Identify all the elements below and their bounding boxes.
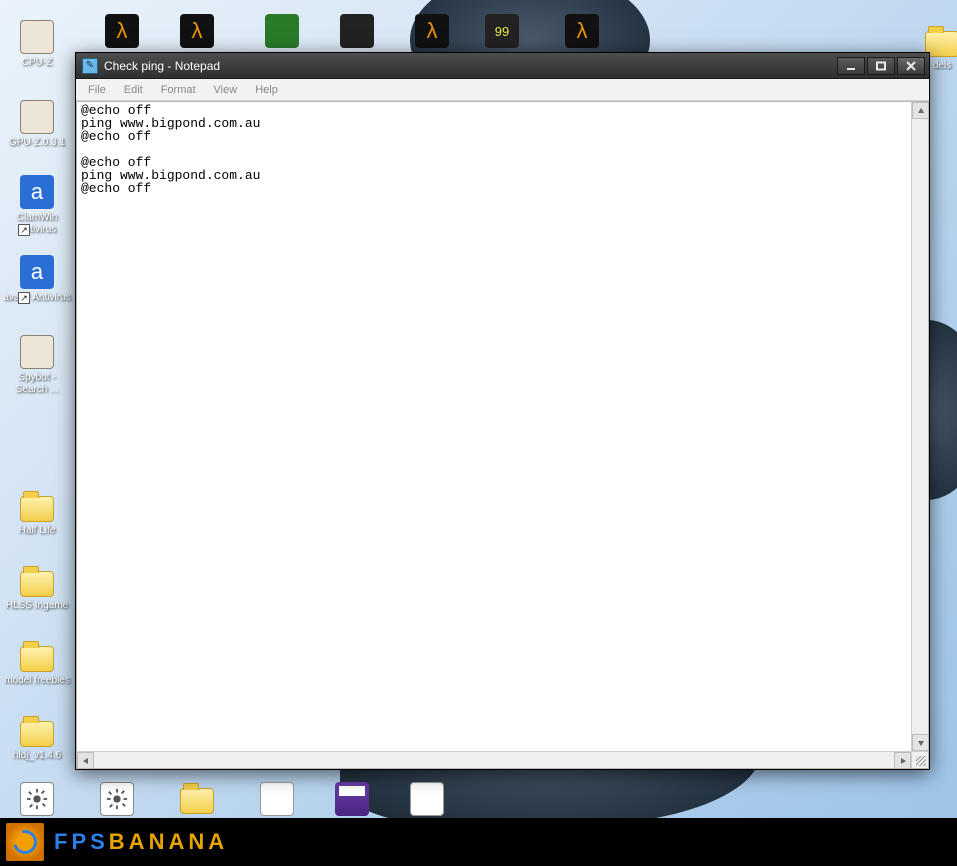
titlebar[interactable]: ✎ Check ping - Notepad — [76, 53, 929, 79]
menu-view[interactable]: View — [206, 82, 246, 98]
minimize-button[interactable] — [837, 57, 865, 75]
desktop-icon[interactable] — [390, 782, 464, 819]
app-icon: 99 — [485, 14, 519, 48]
desktop-icon[interactable] — [160, 782, 234, 817]
maximize-button[interactable] — [867, 57, 895, 75]
desktop-icon[interactable]: HLSS Ingame — [0, 565, 74, 612]
desktop-icon-label: ClamWin Antivirus — [0, 212, 74, 236]
desktop-icon[interactable]: GPU-Z.0.3.1 — [0, 100, 74, 149]
folder-icon — [20, 646, 54, 672]
scroll-down-button[interactable] — [912, 734, 929, 751]
menu-edit[interactable]: Edit — [116, 82, 151, 98]
desktop-icon[interactable] — [0, 782, 74, 819]
fpsbanana-logo-icon — [6, 823, 44, 861]
desktop-icon-label: Half Life — [0, 525, 74, 537]
desktop-icon-label: avast! Antivirus — [0, 292, 74, 304]
desktop-icon-label: GPU-Z.0.3.1 — [0, 137, 74, 149]
app-icon — [20, 335, 54, 369]
fpsbanana-wordmark: FPS BANANA — [54, 829, 228, 855]
app-icon — [20, 100, 54, 134]
desktop-icon-label: Spybot - Search ... — [0, 372, 74, 396]
window-title: Check ping - Notepad — [104, 59, 220, 73]
desktop-icon[interactable]: a ↗avast! Antivirus — [0, 255, 74, 304]
app-icon: λ — [105, 14, 139, 48]
notepad-icon: ✎ — [82, 58, 98, 74]
resize-grip[interactable] — [911, 751, 928, 768]
menubar: File Edit Format View Help — [76, 79, 929, 101]
desktop-icon-label: hldj_v1.4.6 — [0, 750, 74, 762]
editor-area: @echo off ping www.bigpond.com.au @echo … — [76, 101, 929, 769]
desktop-icon[interactable]: λ — [395, 14, 469, 51]
scrollbar-horizontal[interactable] — [77, 751, 911, 768]
close-button[interactable] — [897, 57, 925, 75]
scroll-up-button[interactable] — [912, 102, 929, 119]
scroll-left-button[interactable] — [77, 752, 94, 769]
shortcut-overlay-icon: ↗ — [18, 224, 30, 236]
desktop-icon[interactable]: λ — [85, 14, 159, 51]
folder-icon — [20, 571, 54, 597]
desktop-icon-label: model freebies — [0, 675, 74, 687]
fpsbanana-banner: FPS BANANA — [0, 818, 957, 866]
scroll-track[interactable] — [912, 119, 928, 734]
app-icon — [410, 782, 444, 816]
folder-icon — [20, 721, 54, 747]
app-icon — [20, 782, 54, 816]
app-icon: a — [20, 175, 54, 209]
desktop-icon[interactable] — [80, 782, 154, 819]
folder-icon — [20, 496, 54, 522]
shortcut-overlay-icon: ↗ — [18, 292, 30, 304]
app-icon — [340, 14, 374, 48]
desktop-icon[interactable] — [320, 14, 394, 51]
desktop-icon[interactable]: Half Life — [0, 490, 74, 537]
app-icon — [20, 20, 54, 54]
app-icon: λ — [180, 14, 214, 48]
desktop-icon[interactable]: model freebies — [0, 640, 74, 687]
text-content[interactable]: @echo off ping www.bigpond.com.au @echo … — [77, 102, 911, 751]
app-icon — [265, 14, 299, 48]
folder-icon — [180, 788, 214, 814]
scroll-track[interactable] — [94, 752, 894, 768]
app-icon: a — [20, 255, 54, 289]
desktop-icon[interactable] — [240, 782, 314, 819]
menu-file[interactable]: File — [80, 82, 114, 98]
desktop[interactable]: CPU-ZGPU-Z.0.3.1a↗ClamWin Antivirusa↗ava… — [0, 0, 957, 866]
app-icon: λ — [565, 14, 599, 48]
wordmark-fps: FPS — [54, 829, 109, 855]
wordmark-banana: BANANA — [109, 829, 228, 855]
menu-format[interactable]: Format — [153, 82, 204, 98]
app-icon: λ — [415, 14, 449, 48]
app-icon — [260, 782, 294, 816]
desktop-icon[interactable]: λ — [545, 14, 619, 51]
app-icon — [100, 782, 134, 816]
desktop-icon[interactable]: a ↗ClamWin Antivirus — [0, 175, 74, 236]
scrollbar-vertical[interactable] — [911, 102, 928, 751]
menu-help[interactable]: Help — [247, 82, 286, 98]
notepad-window[interactable]: ✎ Check ping - Notepad File Edit Format … — [75, 52, 930, 770]
desktop-icon-label: CPU-Z — [0, 57, 74, 69]
desktop-icon[interactable]: Spybot - Search ... — [0, 335, 74, 396]
desktop-icon[interactable] — [315, 782, 389, 819]
app-icon — [335, 782, 369, 816]
desktop-icon[interactable]: hldj_v1.4.6 — [0, 715, 74, 762]
scroll-right-button[interactable] — [894, 752, 911, 769]
desktop-icon[interactable]: CPU-Z — [0, 20, 74, 69]
desktop-icon-label: HLSS Ingame — [0, 600, 74, 612]
